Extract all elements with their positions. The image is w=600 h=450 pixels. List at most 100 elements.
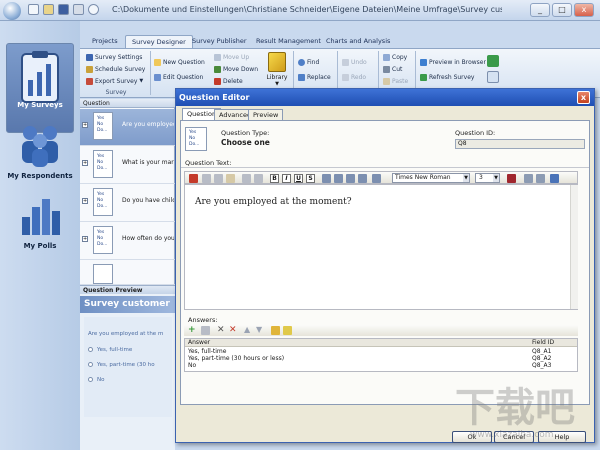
tab-survey-designer[interactable]: Survey Designer xyxy=(125,35,193,48)
tab-result-management[interactable]: Result Management xyxy=(250,35,327,48)
question-text: Are you employed at the moment? xyxy=(122,121,174,128)
preview-option[interactable]: Yes, part-time (30 ho xyxy=(88,362,155,368)
answer-row[interactable]: No Q8_A3 xyxy=(185,362,577,369)
question-row[interactable] xyxy=(80,261,175,285)
refresh-icon[interactable] xyxy=(88,4,99,15)
paste-button[interactable]: Paste xyxy=(383,76,408,86)
copy-icon[interactable] xyxy=(214,174,223,183)
find-icon xyxy=(298,58,305,66)
edit-answer-icon[interactable] xyxy=(201,326,210,335)
preview-in-browser-button[interactable]: Preview in Browser xyxy=(420,57,486,67)
app-menu-button[interactable] xyxy=(3,2,21,20)
bold-button[interactable]: B xyxy=(270,174,279,183)
cut-icon[interactable] xyxy=(202,174,211,183)
nav-my-polls[interactable]: My Polls xyxy=(6,191,74,251)
editor-scrollbar[interactable] xyxy=(570,185,578,309)
image-icon[interactable] xyxy=(524,174,533,183)
answer-row[interactable]: Yes, full-time Q8_A1 xyxy=(185,348,577,355)
schedule-survey-button[interactable]: Schedule Survey xyxy=(86,64,145,74)
chevron-down-icon: ▼ xyxy=(275,81,279,87)
question-type-value: Choose one xyxy=(221,138,270,147)
tab-charts-analysis[interactable]: Charts and Analysis xyxy=(320,35,396,48)
list-icon[interactable] xyxy=(372,174,381,183)
expand-icon[interactable]: + xyxy=(82,236,88,242)
move-down-button[interactable]: Move Down xyxy=(214,64,258,74)
minimize-button[interactable]: _ xyxy=(530,3,550,17)
dialog-close-button[interactable]: x xyxy=(577,91,590,104)
font-size-select[interactable]: 3 ▼ xyxy=(475,173,500,183)
new-question-button[interactable]: New Question xyxy=(154,57,205,67)
survey-settings-button[interactable]: Survey Settings xyxy=(86,52,142,62)
polls-chart-icon xyxy=(16,191,64,239)
question-text-content[interactable]: Are you employed at the moment? xyxy=(195,197,352,207)
divider xyxy=(181,167,589,168)
question-row[interactable]: + YesNoDo... What is your marital status… xyxy=(80,147,175,184)
spellcheck-icon[interactable] xyxy=(189,174,198,183)
expand-icon[interactable]: + xyxy=(82,122,88,128)
preview-option[interactable]: Yes, full-time xyxy=(88,347,132,353)
redo-button[interactable]: Redo xyxy=(342,72,366,82)
cut-icon xyxy=(383,65,390,73)
question-row[interactable]: + YesNoDo... How often do you shop? xyxy=(80,223,175,260)
delete-answer-icon[interactable]: ✕ xyxy=(217,325,225,335)
preview-banner: Survey customer xyxy=(80,296,175,313)
question-list: Question + YesNoDo... Are you employed a… xyxy=(80,99,175,285)
green-action-icon[interactable] xyxy=(487,55,499,67)
move-up-button[interactable]: Move Up xyxy=(214,52,249,62)
open-folder-icon[interactable] xyxy=(43,4,54,15)
new-file-icon[interactable] xyxy=(28,4,39,15)
preview-option[interactable]: No xyxy=(88,377,104,383)
align-left-icon[interactable] xyxy=(322,174,331,183)
tab-survey-publisher[interactable]: Survey Publisher xyxy=(186,35,253,48)
tab-preview[interactable]: Preview xyxy=(248,109,284,120)
undo-button[interactable]: Undo xyxy=(342,57,367,67)
font-select[interactable]: Times New Roman ▼ xyxy=(392,173,470,183)
delete-all-answers-icon[interactable]: ✕ xyxy=(229,325,237,335)
align-center-icon[interactable] xyxy=(334,174,343,183)
text-color-icon[interactable] xyxy=(507,174,516,183)
save-icon[interactable] xyxy=(58,4,69,15)
align-right-icon[interactable] xyxy=(346,174,355,183)
ribbon-tabs: Projects Survey Designer Survey Publishe… xyxy=(80,35,600,48)
answer-row[interactable]: Yes, part-time (30 hours or less) Q8_A2 xyxy=(185,355,577,362)
redo-icon[interactable] xyxy=(254,174,263,183)
delete-button[interactable]: Delete xyxy=(214,76,243,86)
respondents-people-icon xyxy=(16,121,64,169)
import-answers-icon[interactable] xyxy=(271,326,280,335)
tab-projects[interactable]: Projects xyxy=(86,35,124,48)
refresh-survey-button[interactable]: Refresh Survey xyxy=(420,72,474,82)
copy-button[interactable]: Copy xyxy=(383,52,407,62)
nav-my-respondents[interactable]: My Respondents xyxy=(6,121,74,181)
table-icon[interactable] xyxy=(536,174,545,183)
answer-library-icon[interactable] xyxy=(283,326,292,335)
paste-icon[interactable] xyxy=(226,174,235,183)
move-answer-up-icon[interactable]: ▲ xyxy=(244,325,250,335)
export-survey-button[interactable]: Export Survey ▼ xyxy=(86,76,143,86)
search-icon[interactable] xyxy=(487,71,499,83)
move-answer-down-icon[interactable]: ▼ xyxy=(256,325,262,335)
italic-button[interactable]: I xyxy=(282,174,291,183)
nav-my-surveys[interactable]: My Surveys xyxy=(6,43,74,133)
watermark-url: www.xiazaiba.com xyxy=(470,430,554,440)
expand-icon[interactable]: + xyxy=(82,160,88,166)
link-icon[interactable] xyxy=(550,174,559,183)
add-answer-icon[interactable]: + xyxy=(188,326,196,335)
find-button[interactable]: Find xyxy=(298,57,319,67)
undo-icon[interactable] xyxy=(242,174,251,183)
expand-icon[interactable]: + xyxy=(82,198,88,204)
library-button[interactable]: Library ▼ xyxy=(265,52,289,92)
close-window-button[interactable]: x xyxy=(574,3,594,17)
edit-question-button[interactable]: Edit Question xyxy=(154,72,203,82)
question-text-editor[interactable]: Are you employed at the moment? xyxy=(184,184,578,310)
maximize-button[interactable]: □ xyxy=(552,3,572,17)
replace-button[interactable]: Replace xyxy=(298,72,331,82)
print-icon[interactable] xyxy=(73,4,84,15)
strikethrough-button[interactable]: S xyxy=(306,174,315,183)
question-id-field[interactable]: Q8 xyxy=(455,139,585,149)
cut-button[interactable]: Cut xyxy=(383,64,402,74)
question-doc-icon: Yes No Do... xyxy=(93,188,113,216)
justify-icon[interactable] xyxy=(358,174,367,183)
underline-button[interactable]: U xyxy=(294,174,303,183)
question-row[interactable]: + YesNoDo... Do you have children? xyxy=(80,185,175,222)
question-row[interactable]: + YesNoDo... Are you employed at the mom… xyxy=(80,109,175,146)
